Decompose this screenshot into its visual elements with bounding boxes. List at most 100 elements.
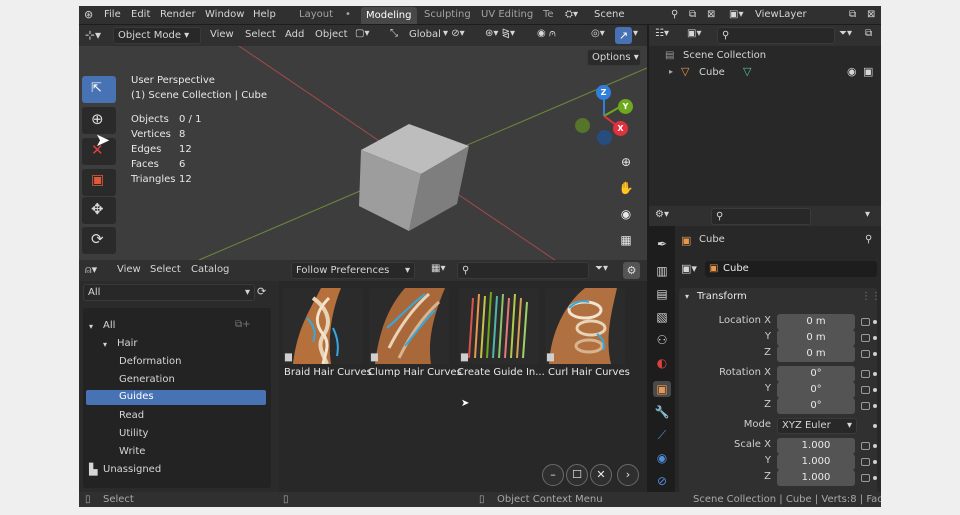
keyframe-dot-icon[interactable]: [873, 372, 877, 376]
camera-icon[interactable]: ◉: [614, 202, 638, 226]
catalog-guides-selected[interactable]: Guides: [86, 390, 266, 405]
options-dropdown[interactable]: Options ▾: [587, 49, 641, 66]
transform-panel-title[interactable]: Transform: [697, 291, 747, 302]
zoom-icon[interactable]: ⊕: [614, 150, 638, 174]
expand-all-icon[interactable]: ▾: [89, 322, 93, 331]
catalog-deformation[interactable]: Deformation: [119, 356, 181, 367]
pivot-icon[interactable]: ▾ ⊘▾: [443, 28, 465, 39]
outliner-editor-icon[interactable]: ☷▾: [655, 28, 669, 39]
asset-search-input[interactable]: ⚲: [457, 262, 589, 279]
lock-icon[interactable]: [861, 474, 870, 482]
object-mode-dropdown[interactable]: Object Mode ▾: [113, 27, 201, 44]
asset-create-guide-index[interactable]: ▆: [459, 288, 539, 372]
scene-collection-item[interactable]: Scene Collection: [683, 50, 766, 61]
asset-clump-hair-curves[interactable]: ▆: [369, 288, 449, 372]
delete-view-layer-icon[interactable]: ⊠: [867, 9, 875, 20]
orientation-icon[interactable]: ⤡: [390, 28, 398, 39]
gizmo-neg-z-axis[interactable]: [597, 130, 612, 145]
gizmo-toggle-icon[interactable]: ↗: [615, 27, 632, 44]
view-layer-icon[interactable]: ▣▾: [729, 9, 743, 20]
menu-window[interactable]: Window: [205, 9, 244, 20]
catalog-generation[interactable]: Generation: [119, 374, 175, 385]
scale-x-field[interactable]: 1.000: [777, 438, 855, 454]
new-collection-icon[interactable]: ⧉: [865, 28, 872, 39]
lock-icon[interactable]: [861, 350, 870, 358]
blender-logo-icon[interactable]: ⊛: [84, 8, 93, 21]
asset-browser-editor-icon[interactable]: ⍝▾: [85, 263, 97, 277]
properties-editor-icon[interactable]: ⚙▾: [655, 209, 669, 220]
import-method-dropdown[interactable]: Follow Preferences ▾: [291, 262, 415, 279]
gizmo-dropdown-icon[interactable]: ▾: [633, 28, 638, 39]
expand-arrow-icon[interactable]: ▸: [669, 67, 673, 76]
pan-hand-icon[interactable]: ✋: [614, 176, 638, 200]
3d-viewport[interactable]: ⇱ ⊕ ✕ ▣ ✥ ⟳ ➤ User Perspective (1) Scene…: [79, 46, 647, 260]
maximize-button[interactable]: ☐: [566, 464, 588, 486]
catalog-unassigned[interactable]: Unassigned: [103, 464, 161, 475]
tab-modeling[interactable]: Modeling: [361, 7, 417, 24]
keyframe-dot-icon[interactable]: [873, 424, 877, 428]
editor-type-icon[interactable]: ⊹▾: [85, 28, 101, 42]
location-z-field[interactable]: 0 m: [777, 346, 855, 362]
visibility-icon[interactable]: ◎▾: [591, 28, 605, 39]
catalog-read[interactable]: Read: [119, 410, 144, 421]
asset-library-dropdown[interactable]: All ▾: [83, 284, 255, 301]
scene-name[interactable]: Scene: [594, 9, 625, 20]
scale-z-field[interactable]: 1.000: [777, 470, 855, 486]
menu-help[interactable]: Help: [253, 9, 276, 20]
gizmo-y-axis[interactable]: Y: [618, 99, 633, 114]
viewport-menu-object[interactable]: Object: [315, 29, 348, 40]
render-camera-icon[interactable]: ▣: [863, 65, 873, 78]
asset-braid-hair-curves[interactable]: ▆: [283, 288, 363, 372]
output-tab-icon[interactable]: ▤: [653, 286, 671, 302]
tool-tab-icon[interactable]: ✒: [653, 236, 671, 252]
eye-icon[interactable]: ◉: [847, 65, 857, 78]
asset-filter-icon[interactable]: ⏷▾: [595, 263, 608, 274]
lock-icon[interactable]: [861, 386, 870, 394]
viewport-menu-view[interactable]: View: [210, 29, 234, 40]
asset-menu-view[interactable]: View: [117, 264, 141, 275]
keyframe-dot-icon[interactable]: [873, 460, 877, 464]
scale-y-field[interactable]: 1.000: [777, 454, 855, 470]
scene-icon[interactable]: ⛭▾: [565, 9, 578, 20]
rotation-z-field[interactable]: 0°: [777, 398, 855, 414]
keyframe-dot-icon[interactable]: [873, 352, 877, 356]
modifier-tab-icon[interactable]: 🔧: [653, 404, 671, 420]
minimize-button[interactable]: –: [542, 464, 564, 486]
new-catalog-icon[interactable]: ⧉+: [235, 319, 251, 330]
catalog-all[interactable]: All: [103, 320, 115, 331]
transform-orientation-dropdown[interactable]: Global: [409, 29, 441, 40]
particles-tab-icon[interactable]: ⟋: [653, 427, 671, 443]
display-mode-icon[interactable]: ▣▾: [687, 28, 701, 39]
physics-tab-icon[interactable]: ◉: [653, 450, 671, 466]
keyframe-dot-icon[interactable]: [873, 388, 877, 392]
scene-tab-icon[interactable]: ⚇: [653, 332, 671, 348]
view-layer-name[interactable]: ViewLayer: [755, 9, 807, 20]
gizmo-x-axis[interactable]: X: [613, 121, 628, 136]
asset-menu-select[interactable]: Select: [150, 264, 181, 275]
asset-settings-gear-icon[interactable]: ⚙: [623, 262, 640, 279]
delete-scene-icon[interactable]: ⊠: [707, 9, 715, 20]
pin-icon[interactable]: ⚲: [671, 9, 678, 20]
filter-icon[interactable]: ⏷▾: [839, 28, 852, 39]
world-tab-icon[interactable]: ◐: [653, 355, 671, 371]
render-tab-icon[interactable]: ▥: [653, 263, 671, 279]
perspective-grid-icon[interactable]: ▦: [614, 228, 638, 252]
viewport-menu-select[interactable]: Select: [245, 29, 276, 40]
keyframe-dot-icon[interactable]: [873, 404, 877, 408]
menu-render[interactable]: Render: [160, 9, 196, 20]
properties-options-icon[interactable]: ▾: [865, 209, 870, 220]
asset-curl-hair-curves[interactable]: ▆: [545, 288, 625, 372]
select-box-tool[interactable]: ⇱: [82, 76, 116, 103]
view-layer-tab-icon[interactable]: ▧: [653, 309, 671, 325]
rotation-x-field[interactable]: 0°: [777, 366, 855, 382]
rotate-tool[interactable]: ⟳: [82, 227, 116, 254]
keyframe-dot-icon[interactable]: [873, 444, 877, 448]
rotation-y-field[interactable]: 0°: [777, 382, 855, 398]
next-button[interactable]: ›: [617, 464, 639, 486]
lock-icon[interactable]: [861, 402, 870, 410]
catalog-hair[interactable]: Hair: [117, 338, 138, 349]
close-button[interactable]: ✕: [590, 464, 612, 486]
tab-sculpting[interactable]: Sculpting: [424, 9, 471, 20]
object-tab-icon[interactable]: ▣: [653, 381, 671, 397]
lock-icon[interactable]: [861, 370, 870, 378]
